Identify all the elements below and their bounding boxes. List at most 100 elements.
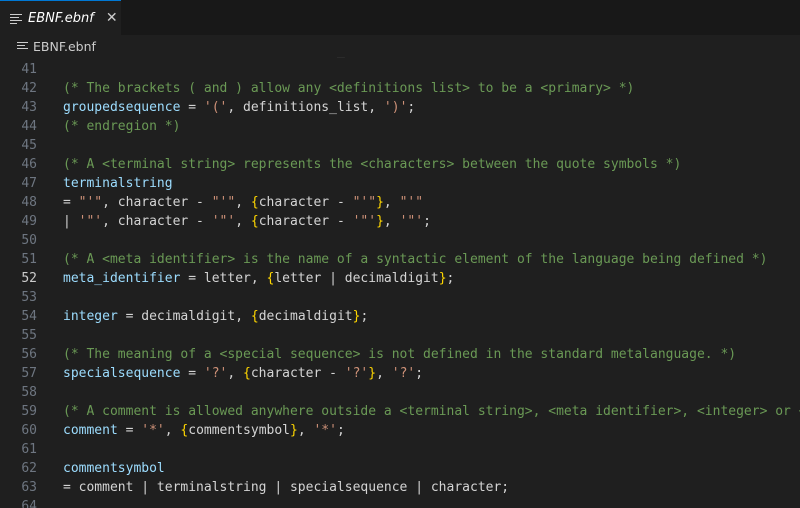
line-code: | '"', character - '"', {character - '"'… xyxy=(63,212,431,231)
code-token: = xyxy=(180,366,204,381)
code-token: , xyxy=(164,423,181,438)
code-token: integer xyxy=(63,309,118,324)
code-token: (* A <meta identifier> is the name of a … xyxy=(63,252,768,267)
line-code: groupedsequence = '(', definitions_list,… xyxy=(63,98,415,117)
code-token: (* endregion *) xyxy=(63,119,181,134)
code-line[interactable]: 55 xyxy=(0,326,800,345)
code-token: , xyxy=(383,214,400,229)
code-line[interactable]: 61 xyxy=(0,440,800,459)
code-line[interactable]: 41 xyxy=(0,60,800,79)
code-token: '*' xyxy=(313,423,337,438)
tab-ebnf-file[interactable]: EBNF.ebnf ✕ xyxy=(0,0,121,35)
code-token: } xyxy=(368,366,377,381)
code-token: } xyxy=(376,195,384,210)
code-token: "'" xyxy=(399,195,424,210)
code-line[interactable]: 42 (* The brackets ( and ) allow any <def… xyxy=(0,79,800,98)
line-number: 58 xyxy=(21,385,37,400)
code-line[interactable]: 48 = "'", character - "'", {character - "… xyxy=(0,193,800,212)
code-token: ; xyxy=(360,309,369,324)
code-token: { xyxy=(250,309,259,324)
code-token: { xyxy=(250,214,259,229)
code-token: character - xyxy=(250,366,345,381)
code-editor[interactable]: 40repeatedsequence = '{', definitions_li… xyxy=(0,57,800,508)
line-number: 55 xyxy=(21,328,37,343)
breadcrumb-file[interactable]: EBNF.ebnf xyxy=(33,39,96,54)
code-token: '*' xyxy=(141,423,165,438)
code-token: '"' xyxy=(352,214,377,229)
code-token: , xyxy=(376,366,392,381)
code-token: commentsymbol xyxy=(63,461,165,476)
close-icon[interactable]: ✕ xyxy=(106,10,118,26)
code-token: (* The meaning of a <special sequence> i… xyxy=(63,347,737,362)
code-line[interactable]: 49 | '"', character - '"', {character - '… xyxy=(0,212,800,231)
line-number: 57 xyxy=(21,366,37,381)
code-line[interactable]: 62 commentsymbol xyxy=(0,459,800,478)
code-line[interactable]: 43 groupedsequence = '(', definitions_lis… xyxy=(0,98,800,117)
code-token: '{' xyxy=(212,57,235,58)
code-line[interactable]: 45 xyxy=(0,136,800,155)
code-line[interactable]: 64 xyxy=(0,497,800,508)
code-token: = xyxy=(117,423,142,438)
line-number: 51 xyxy=(21,252,37,267)
code-token: = comment | terminalstring | specialsequ… xyxy=(63,480,510,495)
code-token: { xyxy=(250,195,259,210)
line-code: (* The brackets ( and ) allow any <defin… xyxy=(63,79,634,98)
code-line[interactable]: 44 (* endregion *) xyxy=(0,117,800,136)
code-token: } xyxy=(290,423,298,438)
code-token: , definitions_list, xyxy=(235,57,392,58)
code-token: repeatedsequence xyxy=(63,57,188,58)
code-token: , xyxy=(297,423,314,438)
code-token: '"' xyxy=(211,214,236,229)
code-line[interactable]: 57 specialsequence = '?', {character - '?… xyxy=(0,364,800,383)
line-number: 61 xyxy=(21,442,37,457)
code-token: , definitions_list, xyxy=(227,100,384,115)
code-line[interactable]: 46 (* A <terminal string> represents the … xyxy=(0,155,800,174)
code-token: ; xyxy=(415,366,424,381)
line-code: terminalstring xyxy=(63,174,173,193)
line-code: integer = decimaldigit, {decimaldigit}; xyxy=(63,307,368,326)
code-line[interactable]: 47 terminalstring xyxy=(0,174,800,193)
line-number: 60 xyxy=(21,423,37,438)
file-lines-icon xyxy=(17,41,28,51)
code-token: , xyxy=(235,195,251,210)
code-token: ; xyxy=(415,57,423,58)
code-token: , xyxy=(383,195,400,210)
code-line[interactable]: 56 (* The meaning of a <special sequence>… xyxy=(0,345,800,364)
line-number: 56 xyxy=(21,347,37,362)
code-line[interactable]: 60 comment = '*', {commentsymbol}, '*'; xyxy=(0,421,800,440)
code-token: "'" xyxy=(78,195,103,210)
code-token: ')' xyxy=(383,100,408,115)
code-token: "'" xyxy=(211,195,236,210)
line-number: 62 xyxy=(21,461,37,476)
line-number: 59 xyxy=(21,404,37,419)
line-number: 43 xyxy=(21,100,37,115)
line-code: = comment | terminalstring | specialsequ… xyxy=(63,478,509,497)
code-line[interactable]: 53 xyxy=(0,288,800,307)
code-line[interactable]: 50 xyxy=(0,231,800,250)
line-code: comment = '*', {commentsymbol}, '*'; xyxy=(63,421,345,440)
code-line[interactable]: 54 integer = decimaldigit, {decimaldigit}… xyxy=(0,307,800,326)
line-number: 64 xyxy=(21,499,37,508)
code-token: specialsequence xyxy=(63,366,181,381)
menu-lines-icon xyxy=(10,12,22,24)
line-number: 48 xyxy=(21,195,37,210)
code-token: character - xyxy=(258,195,353,210)
code-token: } xyxy=(438,271,447,286)
code-line[interactable]: 51 (* A <meta identifier> is the name of … xyxy=(0,250,800,269)
code-token: groupedsequence xyxy=(63,100,181,115)
code-token: , character - xyxy=(102,195,212,210)
code-token: meta_identifier xyxy=(63,271,181,286)
code-token: | xyxy=(63,214,79,229)
line-number: 50 xyxy=(21,233,37,248)
line-number: 44 xyxy=(21,119,37,134)
line-number: 49 xyxy=(21,214,37,229)
code-token: '?' xyxy=(391,366,416,381)
code-token: , character - xyxy=(102,214,212,229)
code-line[interactable]: 59 (* A comment is allowed anywhere outsi… xyxy=(0,402,800,421)
code-token: (* A <terminal string> represents the <c… xyxy=(63,157,682,172)
code-line[interactable]: 58 xyxy=(0,383,800,402)
code-line[interactable]: 63 = comment | terminalstring | specialse… xyxy=(0,478,800,497)
code-token: decimaldigit xyxy=(258,309,353,324)
line-code: = "'", character - "'", {character - "'"… xyxy=(63,193,423,212)
code-line[interactable]: 52 meta_identifier = letter, {letter | de… xyxy=(0,269,800,288)
